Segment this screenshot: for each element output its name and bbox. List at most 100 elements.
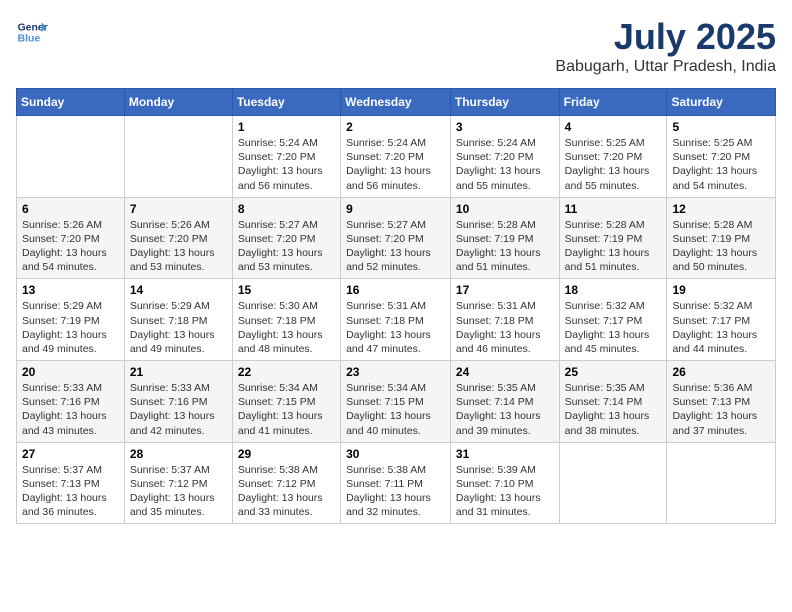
week-row-3: 13Sunrise: 5:29 AM Sunset: 7:19 PM Dayli… [17,279,776,361]
calendar-cell: 10 Sunrise: 5:28 AM Sunset: 7:19 PM Dayli… [450,197,559,279]
day-info: Sunrise: 5:29 AM Sunset: 7:18 PM Dayligh… [130,299,227,356]
logo-icon: General Blue [16,16,48,48]
day-number: 3 [456,120,554,134]
day-number: 10 [456,202,554,216]
weekday-sunday: Sunday [17,89,125,116]
day-number: 8 [238,202,335,216]
day-info: Sunrise: 5:36 AM Sunset: 7:13 PM Dayligh… [672,381,770,438]
day-info: Sunrise: 5:24 AM Sunset: 7:20 PM Dayligh… [238,136,335,193]
calendar-cell: 31 Sunrise: 5:39 AM Sunset: 7:10 PM Dayli… [450,442,559,524]
month-title: July 2025 [555,16,776,58]
calendar-cell: 27 Sunrise: 5:37 AM Sunset: 7:13 PM Dayli… [17,442,125,524]
day-info: Sunrise: 5:25 AM Sunset: 7:20 PM Dayligh… [672,136,770,193]
svg-text:Blue: Blue [18,34,41,45]
day-number: 30 [346,447,445,461]
day-number: 25 [565,365,662,379]
calendar-cell: 8 Sunrise: 5:27 AM Sunset: 7:20 PM Daylig… [232,197,340,279]
calendar-cell: 12 Sunrise: 5:28 AM Sunset: 7:19 PM Dayli… [667,197,776,279]
day-number: 31 [456,447,554,461]
day-number: 28 [130,447,227,461]
day-info: Sunrise: 5:37 AM Sunset: 7:12 PM Dayligh… [130,463,227,520]
calendar-cell: 23Sunrise: 5:34 AM Sunset: 7:15 PM Dayli… [341,361,451,443]
week-row-2: 6Sunrise: 5:26 AM Sunset: 7:20 PM Daylig… [17,197,776,279]
day-number: 19 [672,283,770,297]
day-info: Sunrise: 5:35 AM Sunset: 7:14 PM Dayligh… [565,381,662,438]
calendar-cell: 13Sunrise: 5:29 AM Sunset: 7:19 PM Dayli… [17,279,125,361]
calendar-cell: 9 Sunrise: 5:27 AM Sunset: 7:20 PM Daylig… [341,197,451,279]
calendar-cell [124,116,232,198]
day-info: Sunrise: 5:34 AM Sunset: 7:15 PM Dayligh… [238,381,335,438]
day-info: Sunrise: 5:26 AM Sunset: 7:20 PM Dayligh… [130,218,227,275]
day-info: Sunrise: 5:28 AM Sunset: 7:19 PM Dayligh… [565,218,662,275]
logo: General Blue [16,16,48,48]
weekday-thursday: Thursday [450,89,559,116]
calendar-cell: 29Sunrise: 5:38 AM Sunset: 7:12 PM Dayli… [232,442,340,524]
day-info: Sunrise: 5:38 AM Sunset: 7:12 PM Dayligh… [238,463,335,520]
day-info: Sunrise: 5:32 AM Sunset: 7:17 PM Dayligh… [565,299,662,356]
calendar-cell: 26 Sunrise: 5:36 AM Sunset: 7:13 PM Dayli… [667,361,776,443]
day-info: Sunrise: 5:38 AM Sunset: 7:11 PM Dayligh… [346,463,445,520]
calendar-cell: 16Sunrise: 5:31 AM Sunset: 7:18 PM Dayli… [341,279,451,361]
calendar-cell: 11 Sunrise: 5:28 AM Sunset: 7:19 PM Dayli… [559,197,667,279]
day-number: 2 [346,120,445,134]
day-number: 15 [238,283,335,297]
day-number: 9 [346,202,445,216]
day-info: Sunrise: 5:34 AM Sunset: 7:15 PM Dayligh… [346,381,445,438]
day-info: Sunrise: 5:29 AM Sunset: 7:19 PM Dayligh… [22,299,119,356]
day-number: 24 [456,365,554,379]
day-number: 22 [238,365,335,379]
weekday-friday: Friday [559,89,667,116]
calendar-cell: 5 Sunrise: 5:25 AM Sunset: 7:20 PM Daylig… [667,116,776,198]
calendar-body: 1 Sunrise: 5:24 AM Sunset: 7:20 PM Daylig… [17,116,776,524]
location-title: Babugarh, Uttar Pradesh, India [555,58,776,76]
calendar-cell: 18 Sunrise: 5:32 AM Sunset: 7:17 PM Dayli… [559,279,667,361]
calendar-cell: 3 Sunrise: 5:24 AM Sunset: 7:20 PM Daylig… [450,116,559,198]
calendar-cell: 4Sunrise: 5:25 AM Sunset: 7:20 PM Daylig… [559,116,667,198]
day-info: Sunrise: 5:28 AM Sunset: 7:19 PM Dayligh… [672,218,770,275]
weekday-saturday: Saturday [667,89,776,116]
calendar-cell: 25 Sunrise: 5:35 AM Sunset: 7:14 PM Dayli… [559,361,667,443]
calendar-cell: 19 Sunrise: 5:32 AM Sunset: 7:17 PM Dayli… [667,279,776,361]
day-info: Sunrise: 5:31 AM Sunset: 7:18 PM Dayligh… [456,299,554,356]
day-number: 11 [565,202,662,216]
calendar-cell: 30 Sunrise: 5:38 AM Sunset: 7:11 PM Dayli… [341,442,451,524]
weekday-header-row: SundayMondayTuesdayWednesdayThursdayFrid… [17,89,776,116]
day-info: Sunrise: 5:24 AM Sunset: 7:20 PM Dayligh… [456,136,554,193]
week-row-1: 1 Sunrise: 5:24 AM Sunset: 7:20 PM Daylig… [17,116,776,198]
day-number: 12 [672,202,770,216]
day-info: Sunrise: 5:26 AM Sunset: 7:20 PM Dayligh… [22,218,119,275]
calendar-cell: 2 Sunrise: 5:24 AM Sunset: 7:20 PM Daylig… [341,116,451,198]
day-info: Sunrise: 5:37 AM Sunset: 7:13 PM Dayligh… [22,463,119,520]
day-info: Sunrise: 5:33 AM Sunset: 7:16 PM Dayligh… [130,381,227,438]
calendar-cell: 6Sunrise: 5:26 AM Sunset: 7:20 PM Daylig… [17,197,125,279]
calendar-cell: 7Sunrise: 5:26 AM Sunset: 7:20 PM Daylig… [124,197,232,279]
calendar-table: SundayMondayTuesdayWednesdayThursdayFrid… [16,88,776,524]
day-info: Sunrise: 5:30 AM Sunset: 7:18 PM Dayligh… [238,299,335,356]
day-info: Sunrise: 5:24 AM Sunset: 7:20 PM Dayligh… [346,136,445,193]
day-info: Sunrise: 5:32 AM Sunset: 7:17 PM Dayligh… [672,299,770,356]
week-row-5: 27 Sunrise: 5:37 AM Sunset: 7:13 PM Dayli… [17,442,776,524]
day-info: Sunrise: 5:33 AM Sunset: 7:16 PM Dayligh… [22,381,119,438]
day-info: Sunrise: 5:39 AM Sunset: 7:10 PM Dayligh… [456,463,554,520]
day-number: 27 [22,447,119,461]
day-number: 5 [672,120,770,134]
calendar-cell: 15 Sunrise: 5:30 AM Sunset: 7:18 PM Dayli… [232,279,340,361]
day-number: 14 [130,283,227,297]
weekday-tuesday: Tuesday [232,89,340,116]
day-number: 21 [130,365,227,379]
calendar-cell: 1 Sunrise: 5:24 AM Sunset: 7:20 PM Daylig… [232,116,340,198]
calendar-cell [17,116,125,198]
weekday-monday: Monday [124,89,232,116]
weekday-wednesday: Wednesday [341,89,451,116]
day-number: 26 [672,365,770,379]
day-number: 1 [238,120,335,134]
day-number: 17 [456,283,554,297]
week-row-4: 20Sunrise: 5:33 AM Sunset: 7:16 PM Dayli… [17,361,776,443]
day-info: Sunrise: 5:27 AM Sunset: 7:20 PM Dayligh… [238,218,335,275]
day-info: Sunrise: 5:25 AM Sunset: 7:20 PM Dayligh… [565,136,662,193]
day-info: Sunrise: 5:27 AM Sunset: 7:20 PM Dayligh… [346,218,445,275]
calendar-cell: 21 Sunrise: 5:33 AM Sunset: 7:16 PM Dayli… [124,361,232,443]
day-info: Sunrise: 5:28 AM Sunset: 7:19 PM Dayligh… [456,218,554,275]
title-area: July 2025 Babugarh, Uttar Pradesh, India [555,16,776,76]
day-number: 18 [565,283,662,297]
